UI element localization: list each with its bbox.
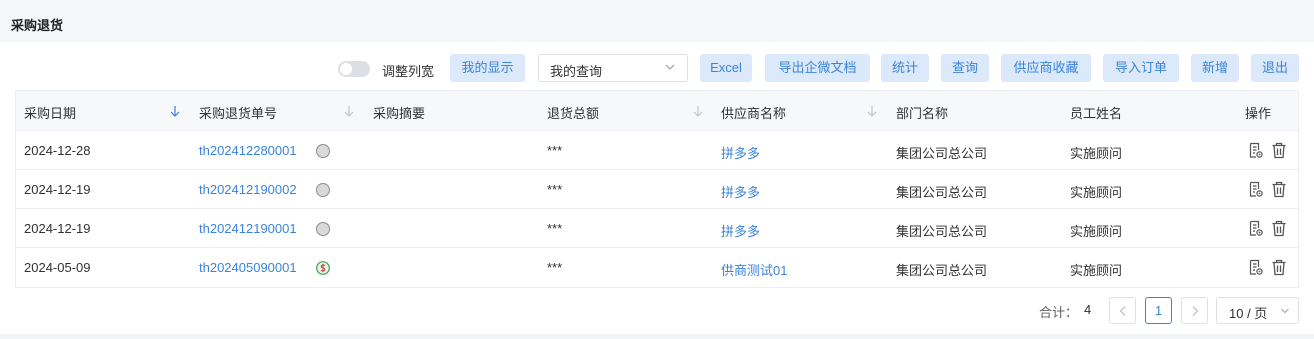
stats-button[interactable]: 统计 xyxy=(881,54,929,82)
toggle-knob xyxy=(340,63,352,75)
cell-total: *** xyxy=(547,221,563,236)
trash-icon[interactable] xyxy=(1271,142,1287,159)
table-row[interactable]: 2024-05-09 th202405090001 *** 供商测试01 集团公… xyxy=(16,248,1298,287)
cell-order-no-link[interactable]: th202412190001 xyxy=(199,221,297,236)
table-row[interactable]: 2024-12-19 th202412190001 *** 拼多多 集团公司总公… xyxy=(16,209,1298,248)
cell-employee: 实施顾问 xyxy=(1070,263,1123,278)
cell-date: 2024-12-28 xyxy=(24,143,91,158)
paid-dollar-icon xyxy=(316,261,330,275)
page-size-select[interactable]: 10 / 页 xyxy=(1216,297,1299,324)
cell-date: 2024-12-19 xyxy=(24,221,91,236)
cell-supplier-link[interactable]: 拼多多 xyxy=(721,182,760,201)
my-query-select[interactable]: 我的查询 xyxy=(538,54,688,82)
cell-order-no-link[interactable]: th202405090001 xyxy=(199,260,297,275)
purchase-return-table: 采购日期 采购退货单号 采购摘要 退货总额 供应商名称 部门名称 员工姓名 操作… xyxy=(15,90,1299,288)
column-header-total[interactable]: 退货总额 xyxy=(547,103,599,122)
sort-arrow-icon[interactable] xyxy=(343,105,355,118)
next-page-button[interactable] xyxy=(1181,297,1208,324)
column-header-date[interactable]: 采购日期 xyxy=(24,103,76,122)
sort-arrow-icon[interactable] xyxy=(866,105,878,118)
chevron-left-icon xyxy=(1119,306,1126,316)
import-order-button[interactable]: 导入订单 xyxy=(1103,54,1179,82)
supplier-favorites-button[interactable]: 供应商收藏 xyxy=(1001,54,1091,82)
table-row[interactable]: 2024-12-28 th202412280001 *** 拼多多 集团公司总公… xyxy=(16,131,1298,170)
page-size-value: 10 / 页 xyxy=(1229,306,1268,321)
page-title: 采购退货 xyxy=(11,18,64,33)
column-header-employee: 员工姓名 xyxy=(1070,106,1123,121)
cell-total: *** xyxy=(547,182,563,197)
chevron-down-icon xyxy=(665,64,675,70)
pending-circle-icon xyxy=(316,222,330,236)
view-document-icon[interactable] xyxy=(1248,259,1264,276)
cell-supplier-link[interactable]: 拼多多 xyxy=(721,221,760,240)
column-header-summary: 采购摘要 xyxy=(373,106,426,121)
page-1-button[interactable]: 1 xyxy=(1145,297,1172,324)
pagination-total-count: 4 xyxy=(1084,302,1092,317)
column-header-department: 部门名称 xyxy=(896,106,949,121)
cell-employee: 实施顾问 xyxy=(1070,224,1123,239)
add-button[interactable]: 新增 xyxy=(1191,54,1239,82)
my-display-button[interactable]: 我的显示 xyxy=(450,54,525,82)
trash-icon[interactable] xyxy=(1271,259,1287,276)
query-button[interactable]: 查询 xyxy=(941,54,989,82)
column-header-actions: 操作 xyxy=(1245,106,1272,121)
table-row[interactable]: 2024-12-19 th202412190002 *** 拼多多 集团公司总公… xyxy=(16,170,1298,209)
cell-total: *** xyxy=(547,143,563,158)
sort-arrow-icon[interactable] xyxy=(169,105,181,118)
view-document-icon[interactable] xyxy=(1248,142,1264,159)
cell-date: 2024-12-19 xyxy=(24,182,91,197)
table-header: 采购日期 采购退货单号 采购摘要 退货总额 供应商名称 部门名称 员工姓名 操作 xyxy=(16,91,1298,131)
chevron-down-icon xyxy=(1281,308,1289,314)
column-header-order-no[interactable]: 采购退货单号 xyxy=(199,103,277,122)
my-query-select-value: 我的查询 xyxy=(550,64,603,79)
cell-department: 集团公司总公司 xyxy=(896,224,988,239)
column-width-toggle-label: 调整列宽 xyxy=(382,64,435,79)
export-wecom-doc-button[interactable]: 导出企微文档 xyxy=(765,54,870,82)
pagination-total-label: 合计： xyxy=(1039,305,1079,320)
pending-circle-icon xyxy=(316,144,330,158)
excel-button[interactable]: Excel xyxy=(700,54,752,82)
trash-icon[interactable] xyxy=(1271,181,1287,198)
cell-department: 集团公司总公司 xyxy=(896,146,988,161)
column-width-toggle[interactable] xyxy=(338,61,370,77)
cell-department: 集团公司总公司 xyxy=(896,263,988,278)
cell-date: 2024-05-09 xyxy=(24,260,91,275)
page-header: 采购退货 xyxy=(0,0,1314,42)
cell-total: *** xyxy=(547,260,563,275)
sort-arrow-icon[interactable] xyxy=(692,105,704,118)
view-document-icon[interactable] xyxy=(1248,181,1264,198)
cell-employee: 实施顾问 xyxy=(1070,185,1123,200)
column-header-supplier[interactable]: 供应商名称 xyxy=(721,103,786,122)
cell-supplier-link[interactable]: 供商测试01 xyxy=(721,260,787,279)
cell-order-no-link[interactable]: th202412280001 xyxy=(199,143,297,158)
chevron-right-icon xyxy=(1192,306,1199,316)
trash-icon[interactable] xyxy=(1271,220,1287,237)
cell-department: 集团公司总公司 xyxy=(896,185,988,200)
cell-order-no-link[interactable]: th202412190002 xyxy=(199,182,297,197)
pending-circle-icon xyxy=(316,183,330,197)
cell-employee: 实施顾问 xyxy=(1070,146,1123,161)
exit-button[interactable]: 退出 xyxy=(1251,54,1299,82)
view-document-icon[interactable] xyxy=(1248,220,1264,237)
prev-page-button[interactable] xyxy=(1109,297,1136,324)
cell-supplier-link[interactable]: 拼多多 xyxy=(721,143,760,162)
